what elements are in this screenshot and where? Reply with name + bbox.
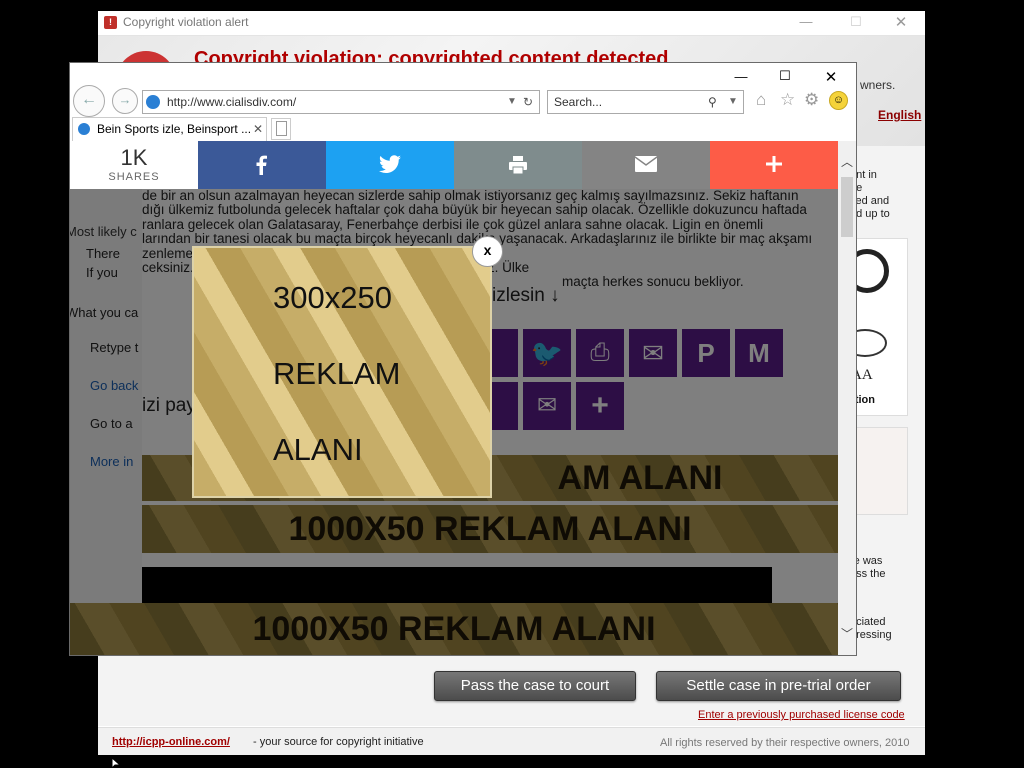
language-link[interactable]: English [878, 108, 921, 122]
smiley-feedback-icon[interactable]: ☺ [829, 91, 848, 110]
print-icon [509, 156, 527, 175]
ad-alani-text: ALANI [273, 432, 363, 467]
home-icon[interactable]: ⌂ [756, 90, 766, 110]
new-tab-button[interactable] [271, 118, 291, 140]
favorites-star-icon[interactable]: ☆ [780, 90, 795, 110]
refresh-icon[interactable]: ↻ [523, 91, 533, 113]
ad-popup-300x250[interactable]: 300x250 REKLAM ALANI [192, 246, 492, 498]
browser-minimize-icon[interactable]: — [726, 69, 756, 84]
scroll-up-icon[interactable]: ︿ [841, 153, 853, 170]
search-box[interactable]: Search... ⚲ ▼ [547, 90, 744, 114]
page-scrollbar[interactable]: ︿ ﹀ [838, 141, 856, 655]
address-dropdown-icon[interactable]: ▼ [507, 91, 517, 113]
print-share-button[interactable] [454, 141, 582, 189]
settle-case-button[interactable]: Settle case in pre-trial order [656, 671, 901, 701]
close-icon[interactable]: ✕ [886, 13, 916, 31]
browser-maximize-icon[interactable]: ☐ [770, 68, 800, 84]
address-bar[interactable]: http://www.cialisdiv.com/ ▼ ↻ [142, 90, 540, 114]
ad-close-button[interactable]: x [472, 236, 503, 267]
plus-icon [766, 156, 782, 172]
tab-favicon-icon [78, 123, 90, 135]
alert-titlebar: ! Copyright violation alert — ☐ ✕ [98, 11, 925, 36]
alert-window-title: Copyright violation alert [123, 15, 249, 29]
email-icon [634, 156, 658, 172]
tab-close-icon[interactable]: ✕ [253, 118, 263, 140]
more-share-button[interactable] [710, 141, 838, 189]
ad-reklam-text: REKLAM [273, 356, 401, 391]
footer-link[interactable]: http://icpp-online.com/ [112, 736, 230, 748]
minimize-icon[interactable]: — [791, 14, 821, 29]
browser-close-icon[interactable]: ✕ [816, 68, 846, 86]
pass-case-to-court-button[interactable]: Pass the case to court [434, 671, 636, 701]
search-dropdown-icon[interactable]: ▼ [728, 91, 738, 113]
forward-arrow-icon[interactable]: → [112, 88, 138, 114]
alert-footer: http://icpp-online.com/ - your source fo… [98, 727, 925, 755]
search-icon[interactable]: ⚲ [708, 91, 717, 113]
settings-gear-icon[interactable]: ⚙ [804, 90, 819, 110]
twitter-share-button[interactable] [326, 141, 454, 189]
footer-rights: All rights reserved by their respective … [660, 737, 910, 749]
back-arrow-icon[interactable]: ← [73, 85, 105, 117]
twitter-icon [379, 155, 401, 173]
owners-text: wners. [860, 78, 896, 92]
maximize-icon[interactable]: ☐ [841, 14, 871, 30]
facebook-share-button[interactable] [198, 141, 326, 189]
footer-text: - your source for copyright initiative [253, 736, 424, 748]
new-tab-icon [276, 121, 287, 136]
browser-window: — ☐ ✕ ← → http://www.cialisdiv.com/ ▼ ↻ … [69, 62, 857, 656]
url-text: http://www.cialisdiv.com/ [167, 95, 297, 109]
scroll-down-icon[interactable]: ﹀ [841, 625, 853, 642]
ad-size-text: 300x250 [273, 280, 392, 315]
mouse-cursor-icon [112, 758, 122, 768]
license-code-link[interactable]: Enter a previously purchased license cod… [698, 709, 905, 721]
alert-app-icon: ! [104, 16, 117, 29]
ie-favicon-icon [146, 95, 160, 109]
share-counter: 1K SHARES [70, 141, 198, 189]
tab-bein-sports[interactable]: Bein Sports izle, Beinsport ... ✕ [72, 117, 267, 141]
facebook-icon [256, 155, 267, 175]
email-share-button[interactable] [582, 141, 710, 189]
share-label: SHARES [108, 171, 160, 183]
share-count: 1K [120, 145, 148, 170]
scroll-thumb[interactable] [841, 177, 853, 237]
search-placeholder: Search... [554, 95, 603, 109]
tab-title: Bein Sports izle, Beinsport ... [97, 122, 252, 136]
